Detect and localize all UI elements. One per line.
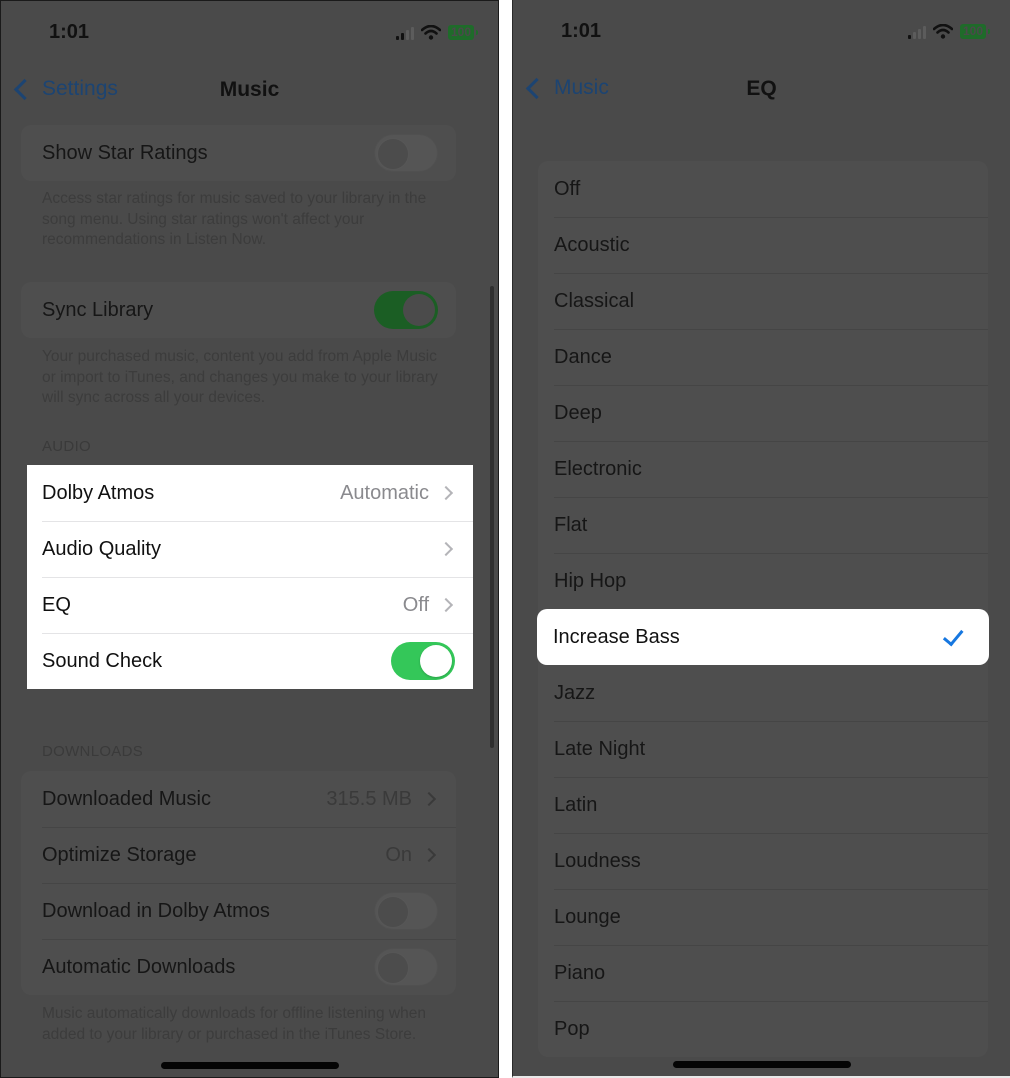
eq-option-label: Late Night [554,737,646,760]
chevron-right-icon [438,485,454,501]
eq-option-label: Lounge [554,905,621,928]
wifi-icon [420,25,441,40]
downloads-section-header: DOWNLOADS [42,743,144,760]
row-label: Optimize Storage [42,843,197,866]
wifi-icon [932,24,953,39]
status-bar: 1:01 100 [513,18,1010,48]
chevron-right-icon [421,791,437,807]
eq-option-label: Increase Bass [553,625,680,648]
row-value: Off [402,593,429,616]
automatic-downloads-toggle[interactable] [374,948,438,986]
eq-option-label: Jazz [554,681,596,704]
eq-option-label: Deep [554,401,602,424]
row-value: Automatic [340,481,429,504]
sync-library-toggle[interactable] [374,291,438,329]
show-star-ratings-toggle[interactable] [374,134,438,172]
eq-option-row[interactable]: Classical [538,273,988,329]
star-ratings-group: Show Star Ratings [21,125,456,181]
row-label: Sync Library [42,298,154,321]
star-ratings-footer: Access star ratings for music saved to y… [42,190,427,248]
chevron-right-icon [438,597,454,613]
cellular-signal-icon [395,26,414,40]
dolby-atmos-row[interactable]: Dolby Atmos Automatic [27,465,473,521]
eq-options-list: Off Acoustic Classical Dance Deep Electronic F… [537,161,989,1057]
eq-option-row[interactable]: Lounge [538,889,988,945]
row-label: Sound Check [42,649,163,672]
eq-option-row[interactable]: Hip Hop [538,553,988,609]
automatic-downloads-row: Automatic Downloads [21,939,456,995]
status-time: 1:01 [49,21,90,43]
downloads-group: Downloaded Music 315.5 MB Optimize Stora… [21,771,456,995]
home-indicator[interactable] [160,1062,339,1069]
battery-icon: 100 [447,25,479,40]
status-bar: 1:01 100 [1,19,498,49]
sync-library-row: Sync Library [21,282,456,338]
eq-option-row[interactable]: Off [538,161,988,217]
eq-option-label: Piano [554,961,606,984]
eq-option-row[interactable]: Latin [538,777,988,833]
row-label: EQ [42,593,71,616]
row-label: Show Star Ratings [42,141,208,164]
eq-option-label: Flat [554,513,588,536]
eq-option-row[interactable]: Dance [538,329,988,385]
eq-option-label: Off [554,177,581,200]
page-title: Music [219,78,280,101]
row-label: Downloaded Music [42,787,211,810]
eq-option-row[interactable]: Flat [538,497,988,553]
eq-option-label: Pop [554,1017,590,1040]
eq-option-row[interactable]: Loudness [538,833,988,889]
navigation-bar: Music EQ [513,70,1010,110]
home-indicator[interactable] [672,1061,851,1068]
sync-library-footer: Your purchased music, content you add fr… [42,348,438,406]
show-star-ratings-row: Show Star Ratings [21,125,456,181]
sound-check-toggle[interactable] [391,642,455,680]
eq-option-label: Acoustic [554,233,630,256]
row-value: 315.5 MB [326,787,412,810]
audio-section-header: AUDIO [42,438,92,455]
row-label: Audio Quality [42,537,161,560]
row-value: On [385,843,412,866]
eq-option-row[interactable]: Pop [538,1001,988,1057]
music-settings-screen: 1:01 100 Settings Music Show Star Rating… [0,0,499,1078]
battery-icon: 100 [959,24,991,39]
download-dolby-atmos-row: Download in Dolby Atmos [21,883,456,939]
optimize-storage-row[interactable]: Optimize Storage On [21,827,456,883]
eq-option-label: Hip Hop [554,569,627,592]
eq-option-label: Latin [554,793,598,816]
download-dolby-atmos-toggle[interactable] [374,892,438,930]
eq-option-label: Classical [554,289,635,312]
eq-option-row[interactable]: Acoustic [538,217,988,273]
eq-option-row[interactable]: Late Night [538,721,988,777]
downloaded-music-row[interactable]: Downloaded Music 315.5 MB [21,771,456,827]
eq-option-label: Loudness [554,849,641,872]
page-title: EQ [746,77,777,100]
eq-screen: 1:01 100 Music EQ Off Acoustic Classical Da… [512,0,1010,1078]
sync-library-group: Sync Library [21,282,456,338]
eq-option-row[interactable]: Deep [538,385,988,441]
navigation-bar: Settings Music [1,71,498,111]
status-time: 1:01 [561,20,602,42]
eq-option-row[interactable]: Piano [538,945,988,1001]
eq-option-row[interactable]: Increase Bass [537,609,989,665]
chevron-right-icon [421,847,437,863]
audio-quality-row[interactable]: Audio Quality [27,521,473,577]
row-label: Automatic Downloads [42,955,236,978]
audio-settings-group: Dolby Atmos Automatic Audio Quality EQ O… [27,465,473,689]
chevron-right-icon [438,541,454,557]
eq-option-row[interactable]: Jazz [538,665,988,721]
eq-option-label: Electronic [554,457,642,480]
eq-option-row[interactable]: Electronic [538,441,988,497]
row-label: Dolby Atmos [42,481,155,504]
downloads-footer: Music automatically downloads for offlin… [42,1005,426,1043]
sound-check-row: Sound Check [27,633,473,689]
row-label: Download in Dolby Atmos [42,899,270,922]
scrollbar[interactable] [490,286,494,748]
eq-row[interactable]: EQ Off [27,577,473,633]
cellular-signal-icon [907,25,926,39]
eq-option-label: Dance [554,345,612,368]
